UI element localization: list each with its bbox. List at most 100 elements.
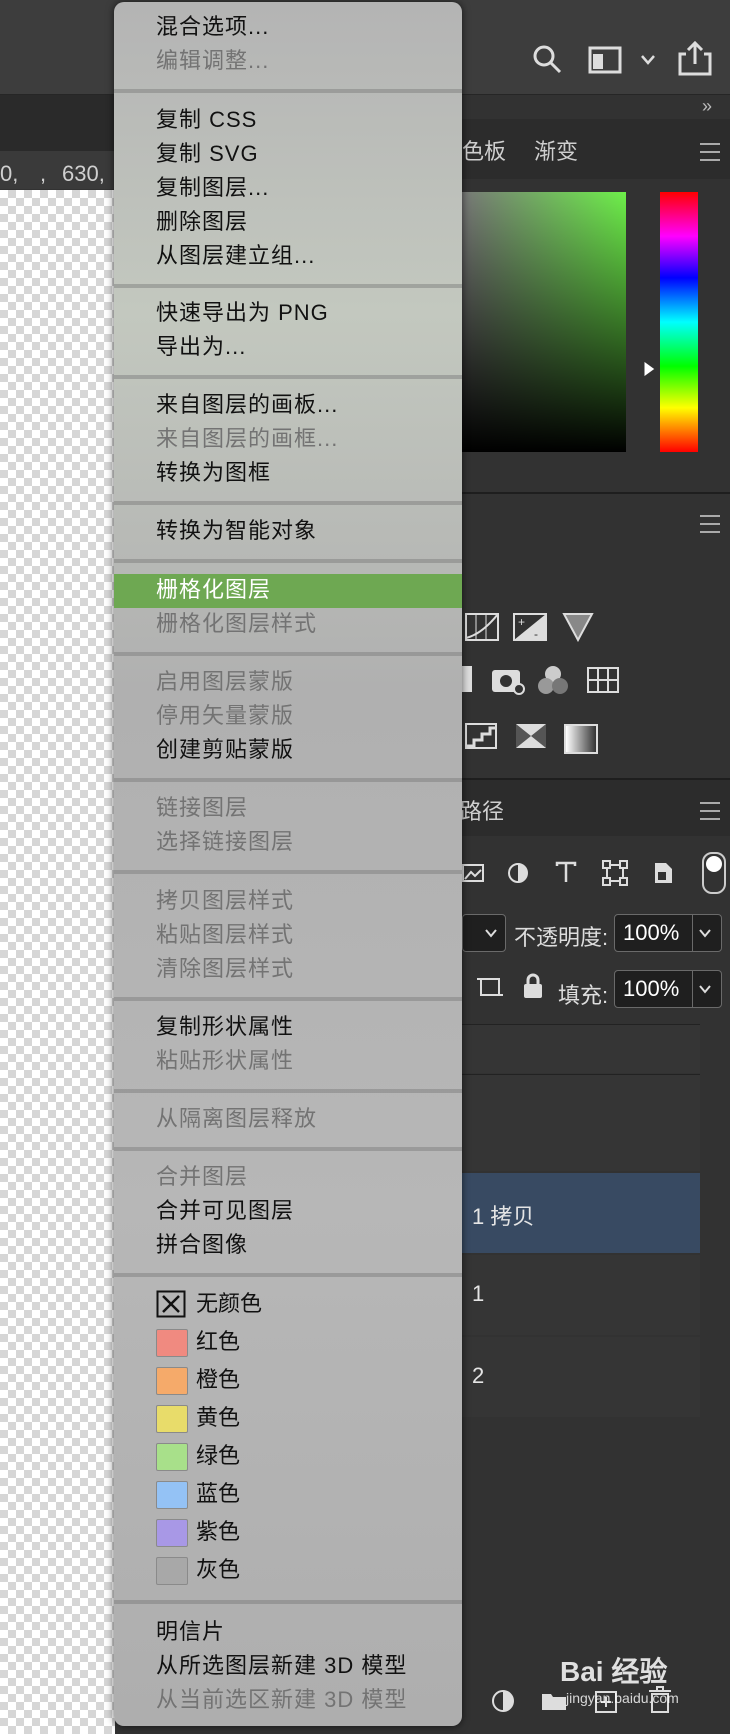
- fill-value[interactable]: 100%: [623, 976, 679, 1002]
- tab-gradient[interactable]: 渐变: [534, 134, 578, 166]
- ruler-label: 0,: [0, 161, 19, 186]
- menu-item-convert-to-smart-object[interactable]: 转换为智能对象: [156, 516, 317, 546]
- new-adjustment-icon[interactable]: [490, 1688, 516, 1714]
- layer-row[interactable]: 1 拷贝: [462, 1173, 700, 1253]
- threshold-icon[interactable]: [514, 722, 548, 750]
- menu-separator: [114, 1147, 462, 1151]
- svg-text:+: +: [518, 615, 525, 629]
- shape-filter-icon[interactable]: [602, 860, 628, 886]
- layer-context-menu: 混合选项... 编辑调整... 复制 CSS 复制 SVG 复制图层... 删除…: [114, 2, 462, 1726]
- workspace-icon[interactable]: [588, 46, 622, 74]
- menu-item-delete-layer[interactable]: 删除图层: [156, 207, 248, 237]
- gradient-map-triangle-icon[interactable]: [562, 612, 594, 642]
- menu-item-new-3d-from-selection: 从当前选区新建 3D 模型: [156, 1687, 408, 1712]
- horizontal-ruler: 0, , 630,: [0, 151, 115, 189]
- search-icon[interactable]: [532, 44, 562, 74]
- menu-item-copy-shape-attributes[interactable]: 复制形状属性: [156, 1012, 294, 1042]
- new-group-folder-icon[interactable]: [540, 1690, 568, 1712]
- menu-item-label: 橙色: [196, 1367, 241, 1392]
- gradient-fill-icon[interactable]: [564, 724, 598, 754]
- menu-item-duplicate-layer[interactable]: 复制图层...: [156, 173, 269, 203]
- svg-text:-: -: [534, 627, 538, 641]
- color-picker-field[interactable]: [462, 192, 626, 452]
- layer-row[interactable]: 1: [462, 1255, 700, 1335]
- panel-menu-icon[interactable]: [700, 802, 720, 820]
- chevron-down-icon[interactable]: [698, 928, 712, 938]
- hue-saturation-icon[interactable]: [462, 666, 472, 692]
- menu-item-paste-shape-attributes: 粘贴形状属性: [156, 1048, 295, 1073]
- menu-item-label: 绿色: [196, 1443, 241, 1468]
- lock-icon[interactable]: [522, 972, 544, 1000]
- menu-item-merge-visible[interactable]: 合并可见图层: [156, 1196, 294, 1226]
- hue-slider-handle-icon[interactable]: [642, 360, 656, 378]
- layer-name: 1: [472, 1281, 485, 1306]
- tab-swatches[interactable]: 色板: [462, 134, 506, 166]
- menu-separator: [114, 284, 462, 288]
- chevron-down-icon[interactable]: [640, 54, 656, 66]
- menu-separator: [114, 501, 462, 505]
- filter-toggle[interactable]: [702, 852, 726, 894]
- posterize-icon[interactable]: [464, 722, 498, 750]
- menu-item-disable-vector-mask: 停用矢量蒙版: [156, 703, 295, 728]
- curves-icon[interactable]: [464, 612, 500, 642]
- menu-separator: [114, 652, 462, 656]
- tab-paths[interactable]: 路径: [460, 794, 504, 826]
- photo-filter-icon[interactable]: [490, 664, 526, 696]
- menu-item-label: 红色: [196, 1329, 241, 1354]
- menu-item-rasterize-layer-style: 栅格化图层样式: [156, 611, 318, 636]
- menu-item-quick-export-png[interactable]: 快速导出为 PNG: [156, 298, 329, 328]
- menu-item-label: 紫色: [196, 1519, 241, 1544]
- image-filter-icon[interactable]: [462, 862, 484, 884]
- menu-item-copy-css[interactable]: 复制 CSS: [156, 105, 257, 135]
- chevron-down-icon[interactable]: [698, 984, 712, 994]
- menu-item-group-from-layers[interactable]: 从图层建立组...: [156, 241, 315, 271]
- color-lookup-icon[interactable]: [586, 666, 620, 694]
- menu-item-artboard-from-layers[interactable]: 来自图层的画板...: [156, 390, 338, 420]
- menu-item-release-from-isolation: 从隔离图层释放: [156, 1106, 318, 1131]
- menu-separator: [114, 1089, 462, 1093]
- layer-row-blank[interactable]: [462, 1075, 700, 1171]
- panel-menu-icon[interactable]: [700, 515, 720, 533]
- ruler-label: 630,: [62, 161, 105, 186]
- share-icon[interactable]: [678, 40, 712, 76]
- opacity-value[interactable]: 100%: [623, 920, 679, 946]
- exposure-icon[interactable]: +-: [512, 612, 548, 642]
- menu-item-create-clipping-mask[interactable]: 创建剪贴蒙版: [156, 735, 294, 765]
- color-swatch: [156, 1519, 188, 1547]
- hue-slider[interactable]: [660, 192, 698, 452]
- transparent-canvas[interactable]: [0, 190, 115, 1734]
- menu-item-postcard[interactable]: 明信片: [156, 1617, 225, 1647]
- adjustment-filter-icon[interactable]: [507, 862, 529, 884]
- menu-item-link-layers: 链接图层: [156, 795, 249, 820]
- layer-row[interactable]: 2: [462, 1337, 700, 1417]
- menu-item-convert-to-frame[interactable]: 转换为图框: [156, 458, 271, 488]
- menu-item-blending-options[interactable]: 混合选项...: [156, 12, 269, 42]
- collapse-panels-icon[interactable]: »: [702, 96, 712, 117]
- color-swatch: [156, 1405, 188, 1433]
- menu-item-new-3d-from-layer[interactable]: 从所选图层新建 3D 模型: [156, 1651, 407, 1681]
- divider: [692, 914, 693, 952]
- menu-item-merge-layers: 合并图层: [156, 1164, 249, 1189]
- menu-item-flatten-image[interactable]: 拼合图像: [156, 1230, 248, 1260]
- menu-item-clear-layer-style: 清除图层样式: [156, 956, 295, 981]
- menu-item-label: 无颜色: [196, 1291, 263, 1316]
- smart-object-filter-icon[interactable]: [652, 860, 674, 886]
- menu-item-frame-from-layers: 来自图层的画框...: [156, 426, 339, 451]
- watermark-logo: Bai 经验: [560, 1656, 668, 1687]
- menu-item-label: 黄色: [196, 1405, 241, 1430]
- layer-row-blank[interactable]: [462, 1025, 700, 1073]
- channel-mixer-icon[interactable]: [536, 664, 570, 696]
- menu-item-edit-adjustment: 编辑调整...: [156, 48, 270, 73]
- menu-item-copy-svg[interactable]: 复制 SVG: [156, 139, 259, 169]
- color-swatch: [156, 1367, 188, 1395]
- lock-artboard-icon[interactable]: [476, 974, 504, 1000]
- menu-item-export-as[interactable]: 导出为...: [156, 332, 246, 362]
- type-filter-icon[interactable]: [554, 860, 578, 884]
- layer-name: 1 拷贝: [472, 1204, 535, 1229]
- menu-separator: [114, 997, 462, 1001]
- panel-menu-icon[interactable]: [700, 143, 720, 161]
- menu-item-rasterize-layer[interactable]: 栅格化图层: [156, 575, 271, 605]
- menu-item-enable-layer-mask: 启用图层蒙版: [156, 669, 295, 694]
- menu-separator: [114, 1273, 462, 1277]
- color-swatch: [156, 1443, 188, 1471]
